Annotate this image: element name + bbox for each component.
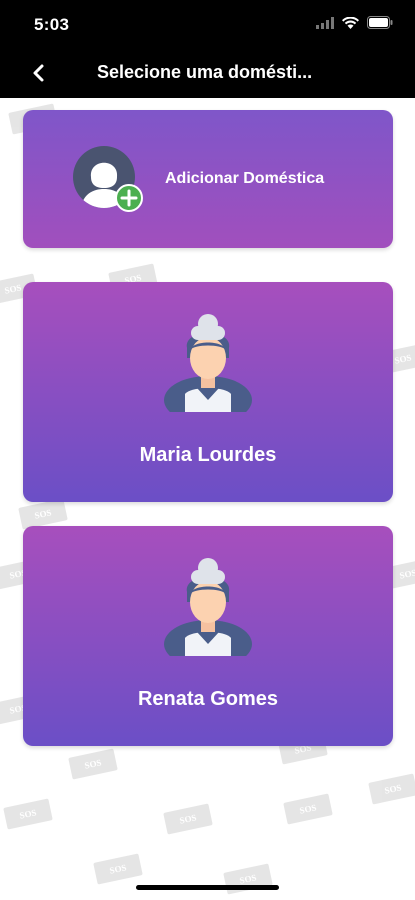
watermark-logo: SOS bbox=[3, 798, 53, 830]
avatar-add-icon bbox=[73, 146, 143, 212]
navigation-bar: Selecione uma domésti... bbox=[0, 46, 415, 98]
status-icons bbox=[316, 16, 393, 29]
domestic-card-renata-gomes[interactable]: Renata Gomes bbox=[23, 526, 393, 746]
signal-icon bbox=[316, 16, 334, 29]
maid-avatar-icon bbox=[164, 314, 252, 412]
watermark-logo: SOS bbox=[18, 498, 68, 530]
back-button[interactable] bbox=[26, 60, 52, 86]
wifi-icon bbox=[342, 16, 359, 29]
domestic-name: Renata Gomes bbox=[137, 688, 279, 710]
status-time: 5:03 bbox=[34, 15, 70, 34]
add-domestic-card[interactable]: Adicionar Doméstica bbox=[23, 110, 393, 248]
watermark-logo: SOS bbox=[283, 793, 333, 825]
watermark-logo: SOS bbox=[93, 853, 143, 885]
watermark-logo: SOS bbox=[68, 748, 118, 780]
domestic-name: Maria Lourdes bbox=[139, 444, 277, 466]
status-bar: 5:03 bbox=[0, 0, 415, 46]
battery-icon bbox=[367, 16, 393, 29]
page-title: Selecione uma domésti... bbox=[97, 62, 313, 82]
maid-avatar-icon bbox=[164, 558, 252, 656]
chevron-left-icon bbox=[33, 64, 44, 82]
domestic-card-maria-lourdes[interactable]: Maria Lourdes bbox=[23, 282, 393, 502]
home-indicator[interactable] bbox=[136, 885, 279, 890]
watermark-logo: SOS bbox=[368, 773, 415, 805]
add-domestic-label: Adicionar Doméstica bbox=[165, 170, 325, 187]
watermark-logo: SOS bbox=[163, 803, 213, 835]
